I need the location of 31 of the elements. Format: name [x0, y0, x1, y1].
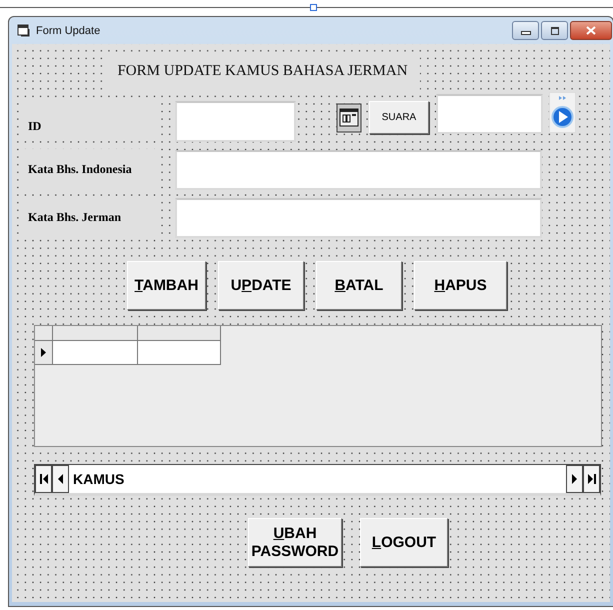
next-icon — [572, 474, 577, 484]
close-button[interactable] — [570, 21, 612, 40]
first-record-button[interactable] — [35, 465, 52, 493]
indonesian-word-field[interactable] — [175, 150, 542, 190]
delete-button[interactable]: HAPUS — [414, 261, 507, 310]
id-input-field[interactable] — [175, 101, 296, 142]
play-button-icon[interactable] — [549, 92, 576, 133]
add-button[interactable]: TAMBAH — [127, 261, 206, 310]
cancel-button[interactable]: BATAL — [316, 261, 402, 310]
close-icon — [586, 26, 596, 35]
logout-button[interactable]: LOGOUT — [360, 518, 448, 567]
form-icon — [17, 24, 30, 37]
change-password-button[interactable]: UBAH PASSWORD — [248, 518, 342, 567]
previous-icon — [58, 474, 63, 484]
german-word-field[interactable] — [175, 198, 542, 238]
previous-record-button[interactable] — [52, 465, 69, 493]
window-title: Form Update — [36, 24, 100, 36]
first-icon — [40, 474, 48, 484]
minimize-button[interactable] — [512, 21, 539, 40]
sound-input-field[interactable] — [436, 94, 543, 134]
sound-button[interactable]: SUARA — [369, 101, 429, 134]
current-row-icon — [41, 348, 46, 357]
calendar-control-icon[interactable] — [336, 103, 362, 133]
update-button[interactable]: UPDATE — [218, 261, 304, 310]
resize-handle[interactable] — [310, 4, 317, 11]
last-icon — [588, 474, 596, 484]
last-record-button[interactable] — [583, 465, 600, 493]
next-record-button[interactable] — [566, 465, 583, 493]
maximize-button[interactable] — [541, 21, 568, 40]
row-selector[interactable] — [35, 341, 53, 365]
data-control-caption: KAMUS — [72, 470, 126, 489]
